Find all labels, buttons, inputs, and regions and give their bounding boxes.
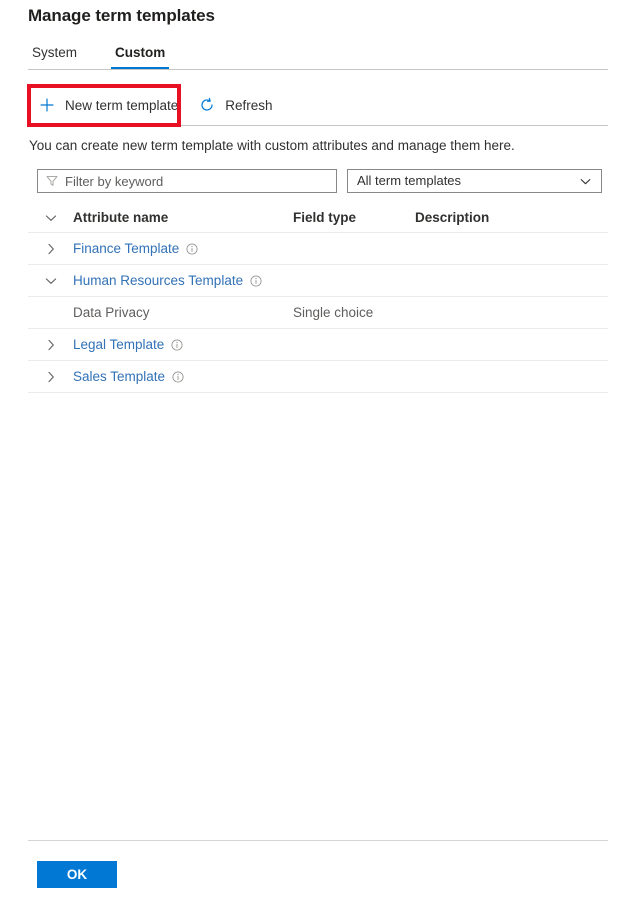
chevron-right-icon [47,243,54,254]
term-template-link[interactable]: Sales Template [73,368,165,385]
chevron-right-icon [47,371,54,382]
tab-system-label: System [32,45,78,60]
plus-icon [38,96,56,114]
term-template-select-value: All term templates [357,173,462,188]
tab-bar-divider [28,69,608,70]
term-template-link[interactable]: Human Resources Template [73,272,243,289]
tab-system[interactable]: System [28,44,81,69]
row-attribute-name: Sales Template [73,368,293,385]
chevron-down-icon [45,214,56,221]
info-icon[interactable] [171,370,184,383]
table-header-row: Attribute name Field type Description [28,203,608,233]
tab-custom[interactable]: Custom [111,44,170,69]
table-row[interactable]: Data Privacy Single choice [28,297,608,329]
info-icon[interactable] [185,242,198,255]
table-row[interactable]: Sales Template [28,361,608,393]
column-header-attribute-name[interactable]: Attribute name [73,209,293,226]
footer-divider [28,840,608,841]
row-expand-toggle[interactable] [28,274,73,288]
chevron-down-icon [578,174,592,188]
info-icon[interactable] [170,338,183,351]
refresh-icon [198,96,216,114]
new-term-template-label: New term template [65,97,179,113]
chevron-down-icon [45,277,56,284]
filter-funnel-icon [45,175,58,188]
page-title: Manage term templates [28,6,215,25]
panel-description: You can create new term template with cu… [29,138,515,153]
table-row[interactable]: Legal Template [28,329,608,361]
tab-custom-label: Custom [115,45,166,60]
row-expand-toggle[interactable] [28,242,73,256]
row-attribute-name: Finance Template [73,240,293,257]
row-expand-toggle[interactable] [28,338,73,352]
manage-term-templates-panel: Manage term templates System Custom New … [0,0,635,898]
command-bar-divider [28,125,608,126]
row-field-type: Single choice [293,305,374,320]
ok-button[interactable]: OK [37,861,117,888]
filter-by-keyword-input[interactable] [65,173,329,189]
term-templates-table: Attribute name Field type Description Fi… [28,203,608,393]
info-icon[interactable] [249,274,262,287]
refresh-label: Refresh [225,97,273,113]
column-header-description[interactable]: Description [415,209,608,226]
row-attribute-name: Legal Template [73,336,293,353]
filter-row: All term templates [37,169,602,193]
filter-by-keyword-field[interactable] [37,169,337,193]
row-attribute-name: Data Privacy [73,304,293,321]
expand-all-toggle[interactable] [28,211,73,225]
row-attribute-name: Human Resources Template [73,272,293,289]
row-expand-toggle[interactable] [28,370,73,384]
table-row[interactable]: Human Resources Template [28,265,608,297]
attribute-label: Data Privacy [73,305,150,320]
chevron-right-icon [47,339,54,350]
term-template-link[interactable]: Legal Template [73,336,164,353]
term-template-link[interactable]: Finance Template [73,240,179,257]
column-header-field-type[interactable]: Field type [293,209,415,226]
command-bar: New term template Refresh [28,86,283,124]
table-row[interactable]: Finance Template [28,233,608,265]
term-template-select[interactable]: All term templates [347,169,602,193]
tab-bar: System Custom [28,44,199,70]
refresh-button[interactable]: Refresh [188,88,282,122]
new-term-template-button[interactable]: New term template [28,88,188,122]
